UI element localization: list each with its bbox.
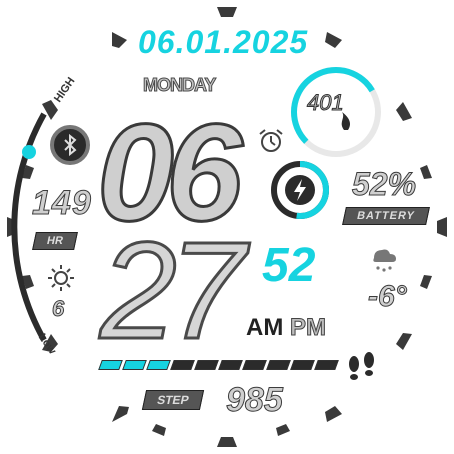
am-label: AM <box>246 314 284 341</box>
step-progress-segment <box>146 360 171 370</box>
step-count: 985 <box>226 381 284 420</box>
heart-rate-label: HR <box>32 232 78 250</box>
hr-gauge-indicator <box>22 145 36 159</box>
uv-value: 6 <box>51 296 65 322</box>
alarm-icon[interactable] <box>256 126 286 156</box>
sun-icon <box>48 265 74 291</box>
step-progress-segment <box>194 360 219 370</box>
pm-label: PM <box>290 314 327 342</box>
minute-display: 27 <box>99 214 247 368</box>
cloud-snow-icon <box>373 249 396 272</box>
battery-label: BATTERY <box>342 207 430 225</box>
battery-percent: 52% <box>351 166 417 203</box>
date-display: 06.01.2025 <box>138 24 309 60</box>
footprints-icon <box>349 352 374 380</box>
step-progress-segment <box>170 360 195 370</box>
step-progress-segment <box>314 360 339 370</box>
step-progress-segment <box>218 360 243 370</box>
step-progress-segment <box>122 360 147 370</box>
step-label: STEP <box>141 390 205 410</box>
step-progress-segment <box>242 360 267 370</box>
temperature-value: -6° <box>368 280 408 314</box>
calorie-value: 401 <box>307 90 345 116</box>
ampm-indicator: AM PM <box>246 314 327 342</box>
heart-rate-value: 149 <box>32 184 92 223</box>
bluetooth-icon[interactable] <box>50 125 90 165</box>
battery-ring[interactable] <box>268 158 332 222</box>
watch-face: HIGH Low 06.01.2025 MONDAY 06 27 149 HR … <box>0 0 454 454</box>
weekday-display: MONDAY <box>142 75 216 96</box>
seconds-display: 52 <box>262 239 316 292</box>
step-progress-segment <box>266 360 291 370</box>
steps-progress-bar <box>98 360 339 370</box>
step-progress-segment <box>98 360 123 370</box>
step-progress-segment <box>290 360 315 370</box>
